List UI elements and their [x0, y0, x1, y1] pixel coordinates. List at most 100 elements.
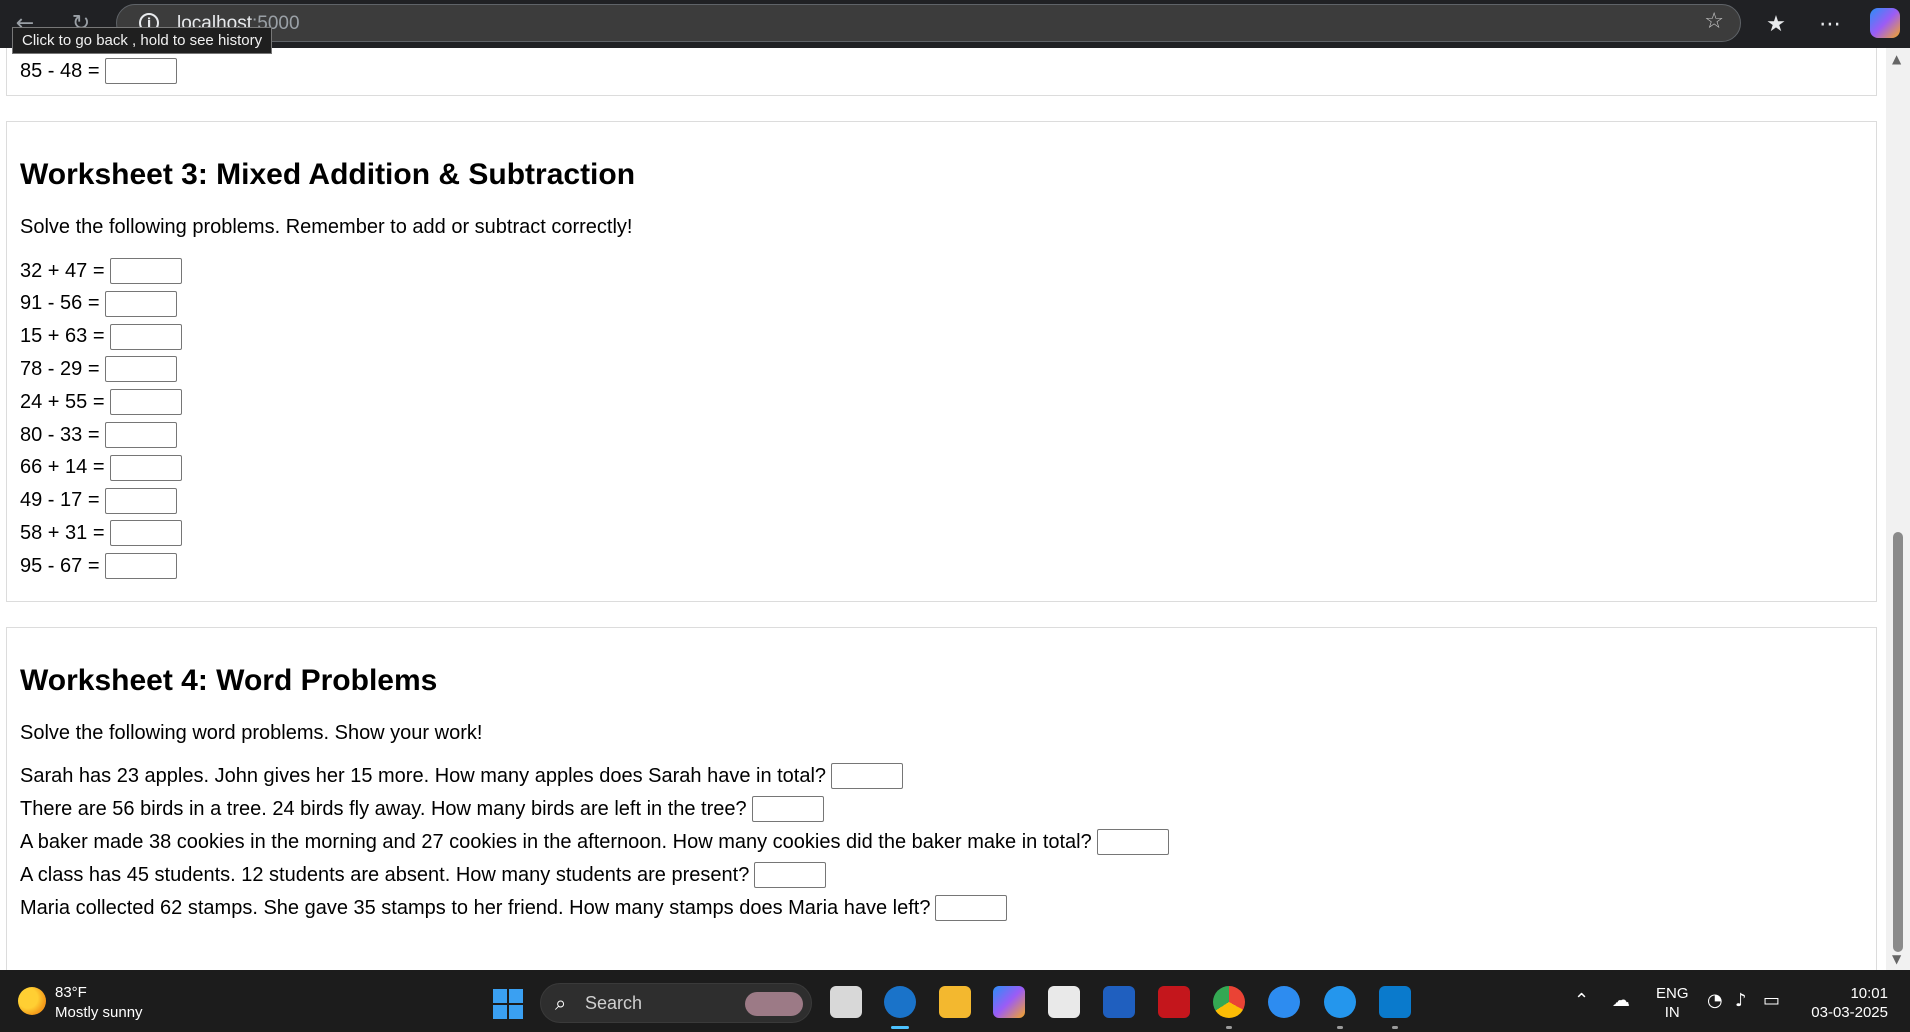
copilot-icon[interactable] [1870, 8, 1900, 38]
system-clock[interactable]: 10:01 03-03-2025 [1808, 984, 1888, 1022]
answer-input[interactable] [104, 487, 177, 514]
region-code: IN [1664, 1004, 1680, 1021]
scroll-down-icon[interactable]: ▼ [1892, 952, 1901, 966]
page-viewport: 85 - 48 = Worksheet 3: Mixed Addition & … [0, 48, 1886, 970]
problem-text: 85 - 48 = [20, 59, 100, 82]
worksheet-2-card: 85 - 48 = [6, 48, 1877, 96]
answer-input[interactable] [104, 290, 177, 317]
weather-description[interactable]: Mostly sunny [55, 1004, 143, 1021]
microsoft-store-icon[interactable] [1048, 986, 1080, 1018]
problem-row: 15 + 63 = [20, 323, 182, 350]
worksheet-3-instructions: Solve the following problems. Remember t… [20, 216, 633, 238]
vscode-icon[interactable] [1379, 986, 1411, 1018]
wifi-icon[interactable]: ◔ [1707, 990, 1723, 1011]
problem-row: 32 + 47 = [20, 258, 182, 284]
problem-text: 32 + 47 = [20, 259, 105, 282]
problem-text: 66 + 14 = [20, 456, 105, 479]
worksheet-4-instructions: Solve the following word problems. Show … [20, 722, 483, 744]
problem-text: 49 - 17 = [20, 489, 100, 512]
answer-input[interactable] [104, 58, 177, 84]
problem-row: 91 - 56 = [20, 290, 177, 317]
address-bar[interactable]: i localhost:5000 ☆ [116, 4, 1741, 42]
page-scrollbar[interactable]: ▲ ▼ [1886, 48, 1910, 970]
back-tooltip: Click to go back , hold to see history [12, 27, 273, 54]
answer-input[interactable] [751, 796, 824, 822]
clock-time: 10:01 [1850, 985, 1888, 1002]
file-explorer-icon[interactable] [939, 986, 971, 1018]
answer-input[interactable] [831, 763, 904, 789]
answer-input[interactable] [109, 520, 182, 547]
problem-row: 49 - 17 = [20, 487, 177, 514]
problem-text: 91 - 56 = [20, 292, 100, 315]
problem-text: 78 - 29 = [20, 357, 100, 380]
favorite-star-icon[interactable]: ☆ [1704, 9, 1724, 34]
problem-text: 95 - 67 = [20, 554, 100, 577]
problem-text: 24 + 55 = [20, 390, 105, 413]
problem-row: 85 - 48 = [20, 58, 177, 84]
onedrive-icon[interactable]: ☁ [1612, 990, 1630, 1011]
more-options-icon[interactable]: ⋯ [1812, 6, 1848, 42]
taskbar-search[interactable]: ⌕ Search [540, 983, 812, 1023]
answer-input[interactable] [109, 323, 182, 350]
answer-input[interactable] [104, 553, 177, 580]
worksheet-4-card: Worksheet 4: Word Problems Solve the fol… [6, 627, 1877, 970]
answer-input[interactable] [109, 389, 182, 416]
problem-text: Sarah has 23 apples. John gives her 15 m… [20, 764, 827, 787]
problem-row: Sarah has 23 apples. John gives her 15 m… [20, 763, 904, 789]
problem-text: 80 - 33 = [20, 423, 100, 446]
battery-icon[interactable]: ▭ [1763, 990, 1780, 1011]
search-highlight-image [745, 992, 803, 1016]
favorites-icon[interactable]: ★ [1758, 6, 1794, 42]
windows-taskbar: 83°F Mostly sunny ⌕ Search ⌃ ☁ ENG IN ◔ … [0, 970, 1910, 1032]
windows-start-icon[interactable] [493, 989, 523, 1019]
problem-text: 58 + 31 = [20, 521, 105, 544]
problem-row: 80 - 33 = [20, 422, 177, 448]
weather-temperature[interactable]: 83°F [55, 984, 87, 1001]
get-help-icon[interactable] [1268, 986, 1300, 1018]
mcafee-icon[interactable] [1158, 986, 1190, 1018]
worksheet-3-card: Worksheet 3: Mixed Addition & Subtractio… [6, 121, 1877, 602]
problem-row: 58 + 31 = [20, 520, 182, 547]
answer-input[interactable] [935, 895, 1008, 921]
problem-row: 66 + 14 = [20, 454, 182, 481]
scrollbar-thumb[interactable] [1893, 532, 1903, 952]
problem-text: 15 + 63 = [20, 325, 105, 348]
edge-icon[interactable] [884, 986, 916, 1018]
problem-row: A class has 45 students. 12 students are… [20, 862, 827, 888]
answer-input[interactable] [109, 454, 182, 481]
answer-input[interactable] [1096, 829, 1169, 855]
chrome-running-indicator [1226, 1026, 1232, 1029]
copilot-app-icon[interactable] [993, 986, 1025, 1018]
language-indicator[interactable]: ENG IN [1656, 984, 1689, 1022]
answer-input[interactable] [109, 258, 182, 284]
weather-sun-icon[interactable] [18, 987, 46, 1015]
myhp-icon[interactable] [1103, 986, 1135, 1018]
show-hidden-icons-chevron-icon[interactable]: ⌃ [1574, 990, 1589, 1011]
docker-icon[interactable] [1324, 986, 1356, 1018]
search-icon: ⌕ [555, 991, 567, 1015]
chrome-icon[interactable] [1213, 986, 1245, 1018]
answer-input[interactable] [104, 356, 177, 383]
problem-text: A class has 45 students. 12 students are… [20, 863, 750, 886]
problem-text: There are 56 birds in a tree. 24 birds f… [20, 797, 747, 820]
problem-row: 24 + 55 = [20, 389, 182, 416]
problem-row: There are 56 birds in a tree. 24 birds f… [20, 796, 824, 822]
answer-input[interactable] [104, 422, 177, 448]
edge-active-indicator [891, 1026, 909, 1029]
answer-input[interactable] [754, 862, 827, 888]
docker-running-indicator [1337, 1026, 1343, 1029]
problem-row: 95 - 67 = [20, 553, 177, 580]
problem-row: Maria collected 62 stamps. She gave 35 s… [20, 895, 1008, 921]
task-view-icon[interactable] [830, 986, 862, 1018]
scroll-up-icon[interactable]: ▲ [1892, 52, 1901, 66]
language-code: ENG [1656, 985, 1689, 1002]
problem-text: Maria collected 62 stamps. She gave 35 s… [20, 896, 931, 919]
browser-toolbar: ← ↻ i localhost:5000 ☆ ★ ⋯ [0, 0, 1910, 48]
clock-date: 03-03-2025 [1811, 1004, 1888, 1021]
vscode-running-indicator [1392, 1026, 1398, 1029]
worksheet-3-title: Worksheet 3: Mixed Addition & Subtractio… [20, 158, 636, 191]
search-label: Search [585, 993, 643, 1013]
volume-icon[interactable]: ♪ [1735, 990, 1747, 1011]
problem-row: A baker made 38 cookies in the morning a… [20, 829, 1169, 855]
problem-text: A baker made 38 cookies in the morning a… [20, 830, 1092, 853]
